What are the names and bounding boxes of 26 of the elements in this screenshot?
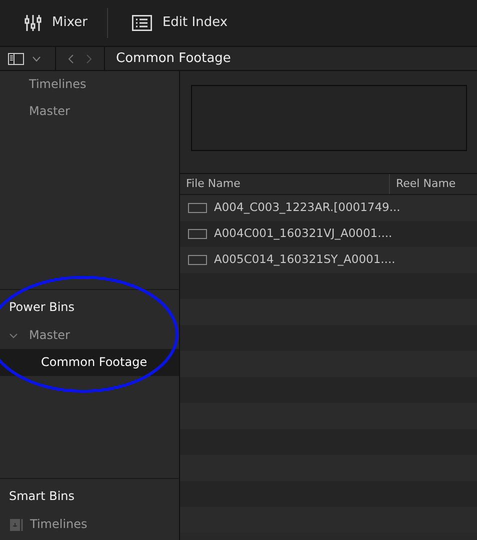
tree-item[interactable]: Master bbox=[0, 322, 179, 349]
file-name: A005C014_160321SY_A0001.... bbox=[214, 251, 396, 268]
section-header: Smart Bins bbox=[8, 488, 76, 505]
list-icon bbox=[132, 15, 152, 31]
file-name: A004_C003_1223AR.[0001749... bbox=[214, 199, 400, 216]
file-name: A004C001_160321VJ_A0001.... bbox=[214, 225, 392, 242]
bin-item[interactable]: Master bbox=[0, 98, 179, 125]
sliders-icon bbox=[24, 14, 42, 32]
panel-layout-icon[interactable] bbox=[8, 52, 24, 64]
forward-icon[interactable] bbox=[86, 54, 92, 64]
clip-icon bbox=[188, 255, 207, 265]
smart-bin-icon bbox=[10, 518, 24, 531]
clip-icon bbox=[188, 203, 207, 213]
tree-item[interactable]: Common Footage bbox=[0, 349, 179, 376]
chevron-down-icon[interactable] bbox=[9, 331, 18, 340]
smart-bin-item[interactable]: Timelines bbox=[0, 511, 179, 538]
chevron-down-icon[interactable] bbox=[32, 56, 41, 62]
clip-icon bbox=[188, 229, 207, 239]
column-header[interactable]: Reel Name bbox=[390, 174, 477, 194]
mixer-button[interactable]: Mixer bbox=[0, 0, 108, 46]
path-title: Common Footage bbox=[115, 50, 231, 68]
edit-index-button[interactable]: Edit Index bbox=[108, 0, 248, 46]
bin-item[interactable]: Timelines bbox=[0, 71, 179, 98]
section-header: Power Bins bbox=[8, 299, 76, 316]
back-icon[interactable] bbox=[68, 54, 74, 64]
column-header[interactable]: File Name bbox=[180, 174, 390, 194]
